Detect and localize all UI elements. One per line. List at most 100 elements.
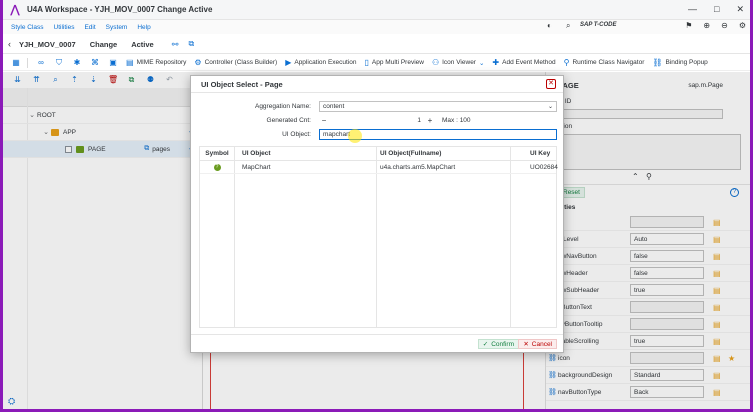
- cancel-button[interactable]: ✕ Cancel: [518, 339, 557, 349]
- symbol-cell: ?: [200, 163, 234, 171]
- ui-object-table: Symbol UI Object UI Object(Fullname) UI …: [199, 146, 558, 328]
- add-event-method-label: Add Event Method: [502, 59, 556, 66]
- ui-key-cell: UO02684: [530, 163, 558, 171]
- theme-toggle-icon[interactable]: ◐: [547, 21, 552, 30]
- edit-mode: Change: [89, 39, 118, 49]
- toolbar-divider: [27, 57, 28, 68]
- aggregation-row: Aggregation Name: content ⌄: [191, 100, 563, 113]
- app-header: ‹ YJH_MOV_0007 Change Active ⚯ ⧉: [3, 35, 750, 54]
- app-execution-button[interactable]: ▶ Application Execution: [285, 58, 356, 67]
- dialog-header: UI Object Select - Page ✕: [191, 76, 563, 93]
- tools-icon[interactable]: ✱: [72, 58, 82, 68]
- menu-right-icons: ⚑ ⊕ ⊖ ⚙: [685, 21, 746, 30]
- preview-icon: ▯: [364, 58, 369, 67]
- column-divider: [234, 147, 235, 327]
- table-header-row: Symbol UI Object UI Object(Fullname) UI …: [200, 147, 556, 161]
- runtime-class-navigator-label: Runtime Class Navigator: [572, 59, 645, 66]
- chevron-down-icon: ⌄: [478, 59, 485, 67]
- app-multi-preview-button[interactable]: ▯ App Multi Preview: [365, 58, 424, 67]
- icon-viewer-icon: ⚇: [431, 58, 440, 67]
- dialog-footer: ✓ Confirm ✕ Cancel: [191, 334, 563, 352]
- column-divider: [376, 147, 377, 327]
- mime-icon: ▤: [126, 58, 134, 67]
- object-symbol-icon: ?: [213, 164, 221, 171]
- sap-tcode-label[interactable]: SAP T-CODE: [580, 22, 616, 28]
- navigator-icon: ⚲: [563, 58, 570, 67]
- icon-viewer-label: Icon Viewer: [442, 59, 476, 66]
- column-header-fullname[interactable]: UI Object(Fullname): [380, 150, 441, 157]
- app-name: YJH_MOV_0007: [19, 39, 76, 49]
- controller-label: Controller (Class Builder): [204, 59, 278, 66]
- title-bar: ⋀ U4A Workspace - YJH_MOV_0007 Change Ac…: [3, 0, 750, 20]
- back-button[interactable]: ‹: [8, 39, 11, 49]
- fullname-cell: u4a.charts.am5.MapChart: [380, 163, 456, 171]
- menu-style-class[interactable]: Style Class: [3, 24, 49, 31]
- close-window-button[interactable]: ✕: [736, 4, 744, 15]
- cancel-label: Cancel: [531, 340, 552, 348]
- main-toolbar: ▦ ∞ ⛉ ✱ ⌘ ▣ ▤ MIME Repository ⚙ Controll…: [3, 55, 750, 71]
- u4a-logo-icon: ⋀: [10, 3, 20, 16]
- add-event-icon: ✚: [492, 58, 500, 67]
- generated-cnt-label: Generated Cnt:: [266, 117, 311, 124]
- maximize-button[interactable]: □: [714, 4, 719, 15]
- dialog-title: UI Object Select - Page: [201, 79, 283, 89]
- shield-icon[interactable]: ⛉: [54, 58, 64, 68]
- mime-repository-button[interactable]: ▤ MIME Repository: [126, 58, 186, 67]
- column-divider: [510, 147, 511, 327]
- dialog-close-button[interactable]: ✕: [546, 79, 556, 89]
- menu-help[interactable]: Help: [132, 24, 155, 31]
- close-icon: ✕: [523, 341, 529, 348]
- window-controls: — □ ✕: [688, 4, 744, 15]
- runtime-class-navigator-button[interactable]: ⚲ Runtime Class Navigator: [564, 58, 645, 67]
- code-icon[interactable]: ⌘: [90, 58, 100, 68]
- notification-icon[interactable]: ⚑: [685, 21, 692, 30]
- settings-gear-icon[interactable]: ⚙: [739, 21, 746, 30]
- app-execution-label: Application Execution: [294, 59, 357, 66]
- layout-icon[interactable]: ▦: [11, 58, 21, 68]
- tcode-search-icon[interactable]: ⌕: [566, 21, 570, 31]
- save-icon[interactable]: ▣: [108, 58, 118, 68]
- aggregation-name-select[interactable]: content ⌄: [319, 101, 557, 112]
- minimize-button[interactable]: —: [688, 4, 697, 15]
- chevron-down-icon: ⌄: [547, 104, 553, 110]
- aggregation-name-value: content: [323, 103, 345, 110]
- ui-object-select-dialog: UI Object Select - Page ✕ Aggregation Na…: [190, 75, 564, 353]
- column-header-ui-object[interactable]: UI Object: [242, 150, 271, 157]
- decrement-button[interactable]: −: [319, 116, 329, 125]
- aggregation-name-label: Aggregation Name:: [254, 103, 311, 110]
- zoom-in-icon[interactable]: ⊕: [703, 21, 710, 30]
- external-link-icon[interactable]: ⧉: [188, 39, 194, 49]
- app-multi-preview-label: App Multi Preview: [371, 59, 424, 66]
- controller-icon: ⚙: [194, 58, 202, 67]
- binding-icon: ⛓: [652, 58, 663, 67]
- menu-edit[interactable]: Edit: [79, 24, 100, 31]
- checkmark-icon: ✓: [482, 341, 489, 348]
- zoom-out-icon[interactable]: ⊖: [721, 21, 728, 30]
- ui-object-row: UI Object: mapchart: [191, 128, 563, 141]
- menu-system[interactable]: System: [101, 24, 133, 31]
- table-row[interactable]: ? MapChart u4a.charts.am5.MapChart UO026…: [200, 161, 558, 174]
- activate-icon[interactable]: ⚯: [172, 40, 179, 49]
- generated-cnt-stepper[interactable]: − 1 +: [319, 115, 437, 126]
- controller-button[interactable]: ⚙ Controller (Class Builder): [194, 58, 277, 67]
- binding-popup-button[interactable]: ⛓ Binding Popup: [652, 58, 707, 67]
- mime-repository-label: MIME Repository: [136, 59, 187, 66]
- column-header-symbol[interactable]: Symbol: [200, 150, 234, 157]
- execution-icon: ▶: [285, 58, 292, 67]
- menu-bar: Style Class Utilities Edit System Help ◐…: [3, 20, 750, 34]
- confirm-label: Confirm: [491, 340, 514, 348]
- confirm-button[interactable]: ✓ Confirm: [477, 339, 519, 349]
- icon-viewer-button[interactable]: ⚇ Icon Viewer ⌄: [432, 58, 484, 67]
- generated-cnt-row: Generated Cnt: − 1 + Max : 100: [191, 114, 563, 127]
- ui-object-label: UI Object:: [282, 131, 311, 138]
- menu-utilities[interactable]: Utilities: [49, 24, 80, 31]
- mouse-cursor-highlight: [348, 129, 362, 143]
- column-header-ui-key[interactable]: UI Key: [530, 150, 550, 157]
- window-title: U4A Workspace - YJH_MOV_0007 Change Acti…: [27, 5, 213, 14]
- ui-object-cell: MapChart: [242, 163, 271, 171]
- increment-button[interactable]: +: [425, 116, 435, 125]
- generated-cnt-value[interactable]: 1: [329, 117, 425, 124]
- ui-object-input-value: mapchart: [323, 131, 351, 138]
- add-event-method-button[interactable]: ✚ Add Event Method: [492, 58, 555, 67]
- glasses-icon[interactable]: ∞: [36, 58, 46, 68]
